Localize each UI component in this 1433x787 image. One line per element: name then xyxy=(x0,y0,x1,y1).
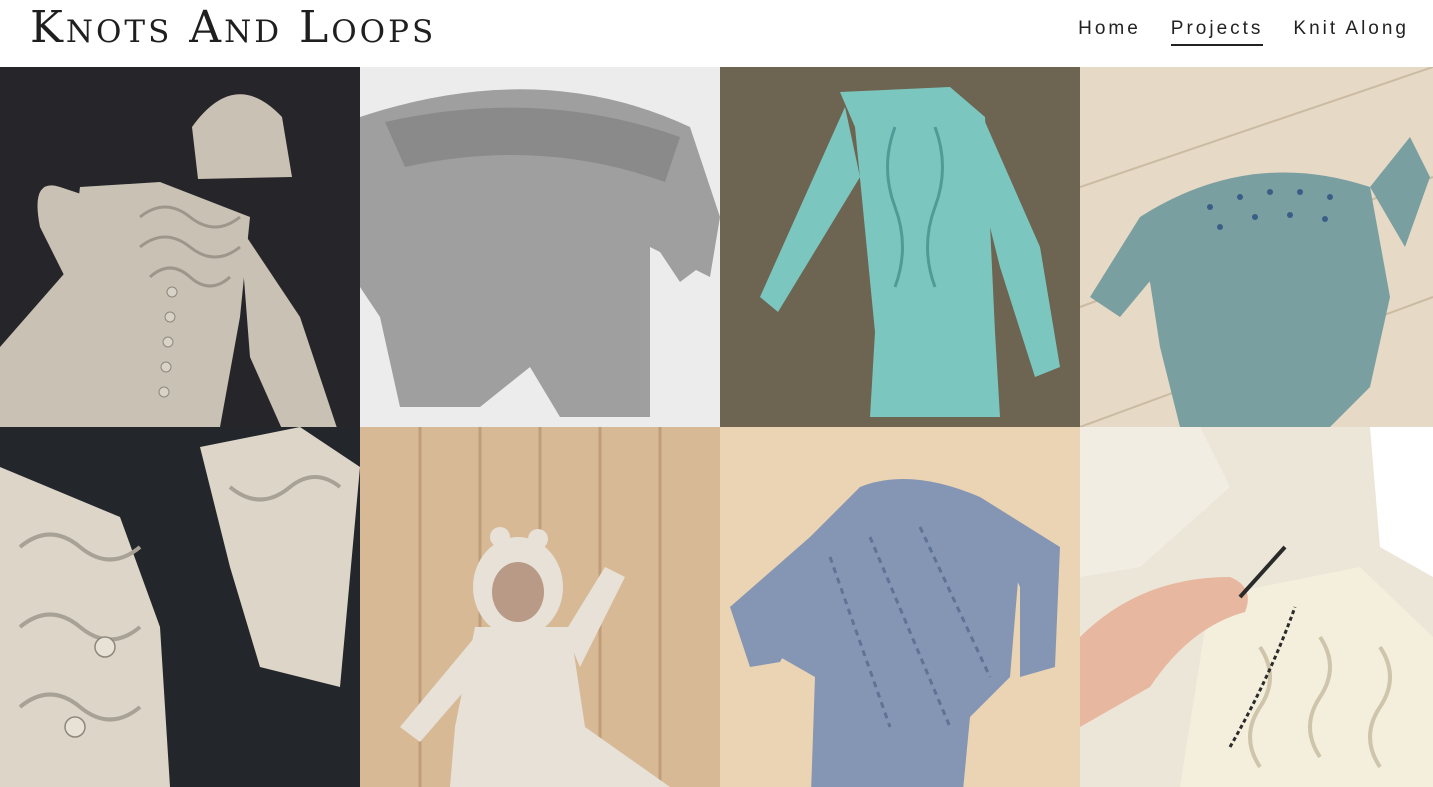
gallery-tile-hand-knitting[interactable] xyxy=(1080,427,1433,787)
gallery-tile-bear-suit[interactable] xyxy=(360,427,720,787)
main-nav: Home Projects Knit Along xyxy=(1078,16,1409,46)
gallery-tile-grey-romper[interactable] xyxy=(360,67,720,427)
project-gallery xyxy=(0,67,1433,787)
gallery-tile-cardigan-closeup[interactable] xyxy=(0,427,360,787)
hood-opening xyxy=(492,562,544,622)
aqua-sweater-photo xyxy=(720,67,1080,427)
gallery-tile-aqua-sweater[interactable] xyxy=(720,67,1080,427)
nav-home[interactable]: Home xyxy=(1078,16,1141,46)
romper-body xyxy=(1140,172,1390,427)
hand-knitting-photo xyxy=(1080,427,1433,787)
grey-romper-photo xyxy=(360,67,720,427)
bear-suit-photo xyxy=(360,427,720,787)
romper-hat-photo xyxy=(0,67,360,427)
gallery-tile-romper-hat[interactable] xyxy=(0,67,360,427)
gallery-tile-teal-romper[interactable] xyxy=(1080,67,1433,427)
site-header: Knots And Loops Home Projects Knit Along xyxy=(0,0,1433,67)
gallery-tile-blue-sweater[interactable] xyxy=(720,427,1080,787)
cardigan-closeup-photo xyxy=(0,427,360,787)
nav-projects[interactable]: Projects xyxy=(1170,16,1264,46)
site-title[interactable]: Knots And Loops xyxy=(30,2,436,54)
nav-knit-along[interactable]: Knit Along xyxy=(1293,16,1409,46)
blue-sweater-photo xyxy=(720,427,1080,787)
teal-romper-photo xyxy=(1080,67,1433,427)
